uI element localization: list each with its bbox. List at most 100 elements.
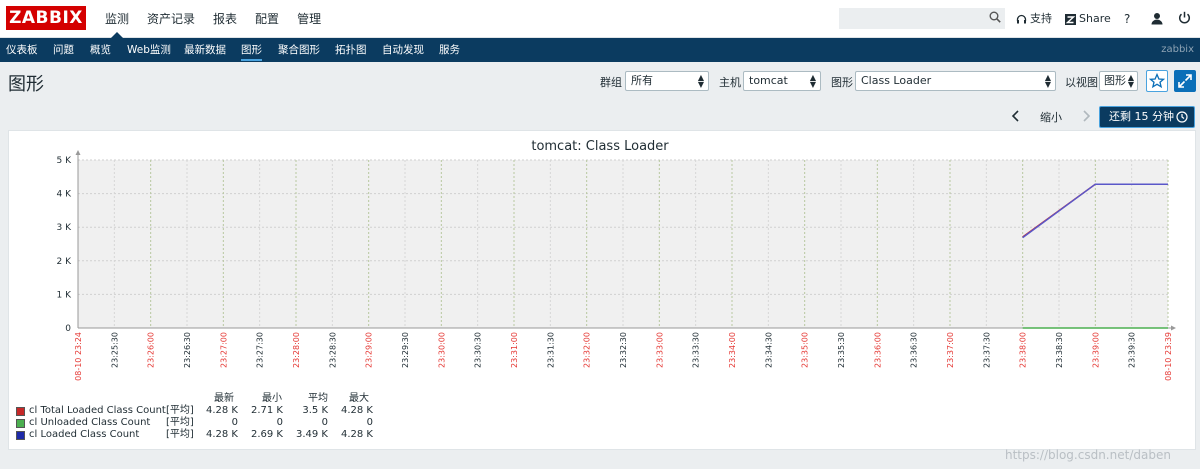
sub-menu-bar: 仪表板 问题 概览 Web监测 最新数据 图形 聚合图形 拓扑图 自动发现 服务… xyxy=(0,38,1200,62)
main-menu: 监测 资产记录 报表 配置 管理 xyxy=(96,0,330,39)
legend-item-last: 4.28 K xyxy=(205,429,238,440)
x-tick-label: 08-10 23:24 xyxy=(74,332,83,381)
group-label: 群组 xyxy=(600,76,622,89)
legend-item-avg: 3.49 K xyxy=(295,429,328,440)
chevron-right-icon[interactable] xyxy=(1079,108,1093,124)
submenu-graphs[interactable]: 图形 xyxy=(241,38,262,62)
legend-item-max: 4.28 K xyxy=(340,429,373,440)
zoom-out-button[interactable]: 缩小 xyxy=(1040,109,1062,125)
group-value: 所有 xyxy=(631,74,653,87)
user-profile-icon[interactable] xyxy=(1151,12,1163,25)
y-tick-label: 0 xyxy=(65,324,71,334)
legend-swatch xyxy=(16,419,25,428)
x-tick-label: 23:33:00 xyxy=(655,332,664,368)
chart-title: tomcat: Class Loader xyxy=(531,139,669,154)
star-icon xyxy=(1148,72,1166,89)
graph-label: 图形 xyxy=(831,76,853,89)
fullscreen-button[interactable] xyxy=(1174,70,1196,92)
group-select[interactable]: 所有 ▲ ▼ xyxy=(625,71,709,91)
page-title: 图形 xyxy=(8,74,44,95)
x-tick-label: 23:25:30 xyxy=(110,332,119,368)
help-link[interactable]: ? xyxy=(1124,0,1130,38)
host-select[interactable]: tomcat ▲ ▼ xyxy=(743,71,821,91)
select-arrows-icon: ▲ ▼ xyxy=(1044,73,1051,89)
share-label: Share xyxy=(1079,12,1111,25)
x-tick-label: 23:39:00 xyxy=(1091,332,1100,368)
x-tick-label: 23:29:30 xyxy=(401,332,410,368)
x-tick-label: 23:30:00 xyxy=(437,332,446,368)
x-tick-label: 23:33:30 xyxy=(692,332,701,368)
menu-configuration[interactable]: 配置 xyxy=(246,0,288,38)
legend-item-name: cl Loaded Class Count xyxy=(29,429,140,440)
view-as-select[interactable]: 图形 ▲ ▼ xyxy=(1099,71,1138,91)
legend-item-avg: 0 xyxy=(321,417,328,428)
y-tick-label: 5 K xyxy=(57,156,73,166)
search-icon[interactable] xyxy=(989,11,1001,23)
menu-administration[interactable]: 管理 xyxy=(288,0,330,38)
x-tick-label: 23:26:00 xyxy=(147,332,156,368)
x-tick-label: 23:36:00 xyxy=(873,332,882,368)
graph-value: Class Loader xyxy=(861,74,932,87)
submenu-maps[interactable]: 拓扑图 xyxy=(335,38,367,62)
legend-item-avg: 3.5 K xyxy=(302,405,328,416)
clock-icon xyxy=(1176,111,1188,123)
server-name: zabbix xyxy=(1161,44,1194,55)
x-tick-label: 23:38:30 xyxy=(1055,332,1064,368)
y-tick-label: 4 K xyxy=(57,190,73,200)
x-tick-label: 23:34:30 xyxy=(764,332,773,368)
search-input[interactable] xyxy=(839,8,1005,29)
menu-monitoring[interactable]: 监测 xyxy=(96,0,138,39)
legend-item-name: cl Unloaded Class Count xyxy=(29,417,151,428)
time-range-button[interactable]: 还剩 15 分钟 xyxy=(1099,106,1195,128)
x-tick-label: 23:38:00 xyxy=(1019,332,1028,368)
legend-header-last: 最新 xyxy=(214,393,234,404)
x-tick-label: 23:31:30 xyxy=(546,332,555,368)
legend-header-avg: 平均 xyxy=(308,393,328,404)
x-tick-label: 23:34:00 xyxy=(728,332,737,368)
x-tick-label: 23:37:30 xyxy=(982,332,991,368)
select-arrows-icon: ▲ ▼ xyxy=(697,73,704,89)
submenu-dashboard[interactable]: 仪表板 xyxy=(6,38,38,62)
legend-header-max: 最大 xyxy=(349,393,369,404)
host-label: 主机 xyxy=(719,76,741,89)
legend-swatch xyxy=(16,431,25,440)
x-tick-label: 23:28:00 xyxy=(292,332,301,368)
x-tick-label: 23:32:00 xyxy=(583,332,592,368)
top-bar: ZABBIX 监测 资产记录 报表 配置 管理 支持 Share ? xyxy=(0,0,1200,39)
share-z-icon xyxy=(1065,13,1076,25)
legend-item-func: [平均] xyxy=(166,405,194,416)
support-link[interactable]: 支持 xyxy=(1016,0,1052,38)
y-tick-label: 1 K xyxy=(57,290,73,300)
submenu-services[interactable]: 服务 xyxy=(439,38,460,62)
select-arrows-icon: ▲ ▼ xyxy=(1127,73,1134,89)
submenu-latest-data[interactable]: 最新数据 xyxy=(184,38,226,62)
x-axis-arrow xyxy=(1171,325,1176,331)
submenu-web[interactable]: Web监测 xyxy=(127,38,171,62)
chevron-left-icon[interactable] xyxy=(1009,108,1023,124)
submenu-overview[interactable]: 概览 xyxy=(90,38,111,62)
power-logout-icon[interactable] xyxy=(1178,11,1191,24)
favorite-button[interactable] xyxy=(1146,70,1168,92)
legend-header-min: 最小 xyxy=(262,393,282,404)
x-tick-label: 23:36:30 xyxy=(910,332,919,368)
legend-item-min: 0 xyxy=(276,417,283,428)
x-tick-label: 23:30:30 xyxy=(474,332,483,368)
watermark-text: https://blog.csdn.net/daben xyxy=(1005,448,1171,462)
class-loader-chart[interactable]: tomcat: Class Loader5 K4 K3 K2 K1 K008-1… xyxy=(0,130,1200,450)
submenu-discovery[interactable]: 自动发现 xyxy=(382,38,424,62)
submenu-screens[interactable]: 聚合图形 xyxy=(278,38,320,62)
x-tick-label: 23:35:00 xyxy=(801,332,810,368)
legend-item-func: [平均] xyxy=(166,417,194,428)
x-tick-label: 23:27:00 xyxy=(219,332,228,368)
share-link[interactable]: Share xyxy=(1065,0,1111,38)
select-arrows-icon: ▲ ▼ xyxy=(809,73,816,89)
view-as-value: 图形 xyxy=(1104,74,1126,87)
zabbix-logo[interactable]: ZABBIX xyxy=(6,6,86,30)
time-range-label: 还剩 15 分钟 xyxy=(1109,110,1174,123)
graph-select[interactable]: Class Loader ▲ ▼ xyxy=(855,71,1056,91)
menu-reports[interactable]: 报表 xyxy=(204,0,246,38)
menu-inventory[interactable]: 资产记录 xyxy=(138,0,204,38)
legend-item-min: 2.71 K xyxy=(250,405,283,416)
submenu-problems[interactable]: 问题 xyxy=(53,38,74,62)
headset-icon xyxy=(1016,14,1027,23)
